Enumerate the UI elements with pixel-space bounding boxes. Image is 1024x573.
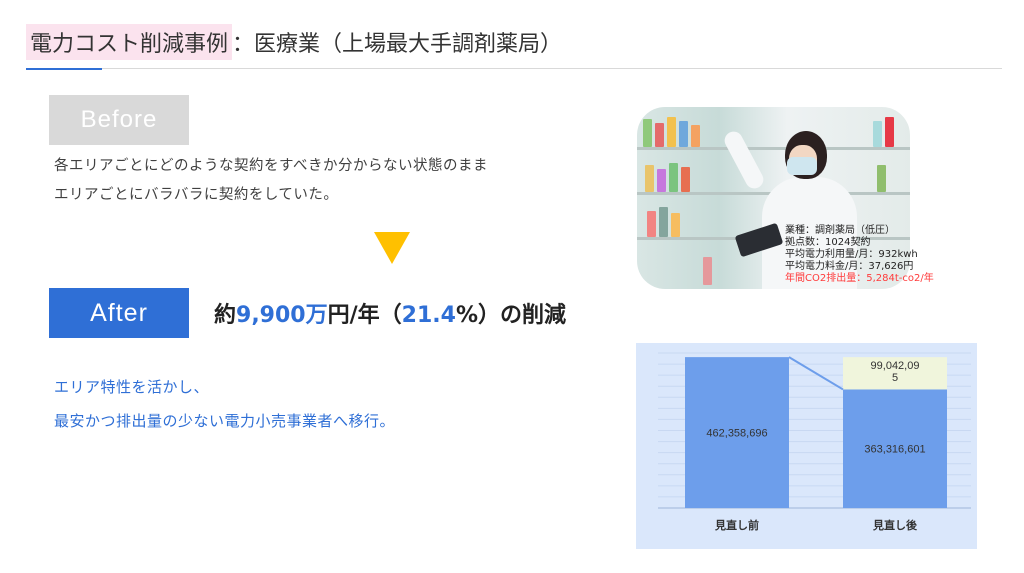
- info-sites: 拠点数：1024契約: [785, 237, 871, 248]
- after-label: After: [49, 288, 189, 338]
- info-charge: 平均電力料金/月：37,626円: [785, 261, 914, 272]
- medicine-box: [671, 213, 680, 237]
- medicine-box: [681, 167, 690, 192]
- category-label: 見直し後: [872, 518, 918, 532]
- title-divider-accent: [26, 68, 102, 70]
- medicine-box: [647, 211, 656, 237]
- medicine-box: [873, 121, 882, 147]
- medicine-box: [645, 165, 654, 192]
- cost-comparison-chart: 462,358,696 見直し前 363,316,601 99,042,09 5 見直し後: [636, 343, 977, 549]
- info-usage: 平均電力利用量/月：932kwh: [785, 249, 918, 260]
- category-label: 見直し前: [714, 518, 759, 532]
- store-info: 業種：調剤薬局（低圧） 拠点数：1024契約 平均電力利用量/月：932kwh …: [785, 225, 934, 285]
- down-arrow-icon: [374, 232, 410, 264]
- bar-saving-label: 99,042,09: [871, 360, 920, 372]
- medicine-box: [659, 207, 668, 237]
- page-title-highlight: 電力コスト削減事例: [26, 24, 233, 60]
- face-mask: [787, 157, 817, 175]
- info-industry: 業種：調剤薬局（低圧）: [785, 225, 895, 236]
- pharmacist-arm: [721, 128, 767, 192]
- medicine-box: [643, 119, 652, 147]
- info-co2: 年間CO2排出量：5,284t-co2/年: [785, 273, 934, 284]
- result-amount: 9,900万: [236, 303, 328, 328]
- title-divider: [26, 68, 1002, 69]
- after-description: エリア特性を活かし、 最安かつ排出量の少ない電力小売事業者へ移行。: [54, 370, 395, 438]
- page-title-rest: ：医療業（上場最大手調剤薬局）: [232, 32, 563, 57]
- medicine-box: [877, 165, 886, 192]
- reduction-result: 約9,900万円/年（21.4%）の削減: [214, 297, 566, 329]
- before-line-2: エリアごとにバラバラに契約をしていた。: [54, 187, 339, 203]
- result-suffix: %）の削減: [455, 303, 566, 328]
- medicine-box: [691, 125, 700, 147]
- series-connector: [788, 356, 844, 391]
- bar-base-label: 462,358,696: [706, 428, 767, 440]
- medicine-box: [667, 117, 676, 147]
- result-percent: 21.4: [401, 303, 456, 328]
- result-prefix: 約: [214, 303, 237, 328]
- after-line-1: エリア特性を活かし、: [54, 378, 210, 396]
- medicine-box: [669, 163, 678, 192]
- before-description: 各エリアごとにどのような契約をすべきか分からない状態のまま エリアごとにバラバラ…: [54, 152, 488, 210]
- medicine-box: [655, 123, 664, 147]
- page-title: 電力コスト削減事例 ：医療業（上場最大手調剤薬局）: [26, 24, 562, 60]
- medicine-box: [679, 121, 688, 147]
- medicine-box: [657, 169, 666, 192]
- before-label: Before: [49, 95, 189, 145]
- bar-saving-label: 5: [892, 372, 898, 384]
- chart-svg: 462,358,696 見直し前 363,316,601 99,042,095 見直し後: [658, 352, 971, 532]
- bar-base-label: 363,316,601: [864, 444, 925, 456]
- before-line-1: 各エリアごとにどのような契約をすべきか分からない状態のまま: [54, 158, 488, 174]
- medicine-box: [703, 257, 712, 285]
- shelf-line: [637, 147, 910, 150]
- result-unit: 円/年（: [327, 303, 402, 328]
- after-line-2: 最安かつ排出量の少ない電力小売事業者へ移行。: [54, 412, 396, 430]
- medicine-box: [885, 117, 894, 147]
